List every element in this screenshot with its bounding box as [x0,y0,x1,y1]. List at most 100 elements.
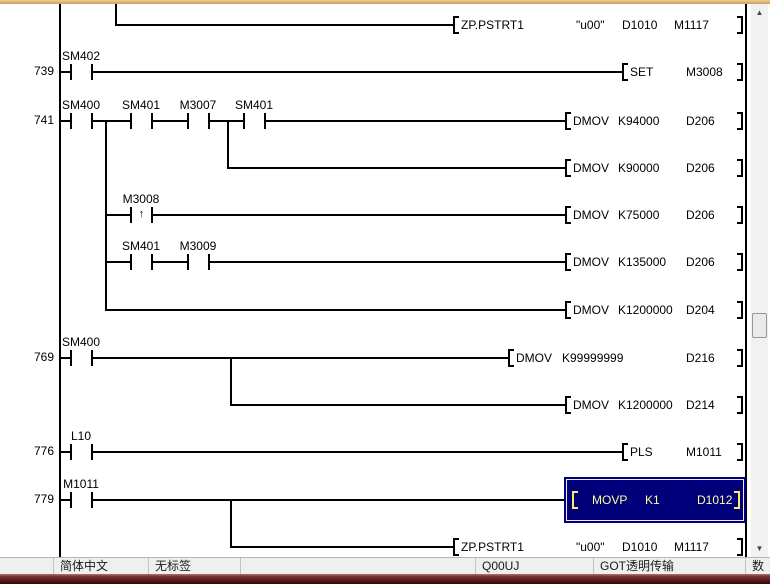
scroll-up-button[interactable]: ▲ [751,4,768,21]
instruction-operand[interactable]: M1011 [686,445,722,459]
contact-sm400[interactable] [70,350,93,366]
contact-l10[interactable] [70,444,93,460]
instruction-operand[interactable]: K90000 [618,161,659,175]
instruction-operand[interactable]: M3008 [686,65,723,79]
contact-m3008-rising[interactable]: ↑ [130,207,153,223]
instruction-name[interactable]: DMOV [573,398,609,412]
instruction-open-bracket [453,538,459,556]
wire-h [60,499,564,501]
instruction-close-bracket [737,443,743,461]
instruction-name[interactable]: ZP.PSTRT1 [461,540,524,554]
contact-m3009[interactable] [187,254,210,270]
instruction-operand[interactable]: K75000 [618,208,659,222]
status-segment-empty [240,558,475,574]
step-number: 779 [33,492,54,506]
wire-h [227,167,565,169]
wire-v [115,4,117,26]
wire-h [105,214,565,216]
instruction-operand[interactable]: "u00" [576,18,605,32]
wire-h [115,24,453,26]
instruction-operand[interactable]: D204 [686,303,715,317]
instruction-close-bracket [737,301,743,319]
contact-label: SM402 [61,49,101,63]
contact-label: SM400 [61,335,101,349]
left-power-rail [59,4,61,557]
contact-sm401[interactable] [243,113,266,129]
scroll-down-button[interactable]: ▼ [751,540,768,557]
contact-sm400[interactable] [70,113,93,129]
status-bar: 简体中文 无标签 Q00UJ GOT透明传输 数 [0,557,770,574]
step-number: 769 [33,350,54,364]
status-segment-connection[interactable]: GOT透明传输 [593,558,745,574]
step-number: 776 [33,444,54,458]
instruction-operand[interactable]: D206 [686,114,715,128]
instruction-operand[interactable]: D1012 [697,493,732,507]
instruction-close-bracket [737,112,743,130]
scroll-up-icon: ▲ [755,8,764,17]
instruction-name[interactable]: DMOV [573,303,609,317]
instruction-operand[interactable]: K1200000 [618,398,673,412]
instruction-open-bracket [572,491,578,509]
instruction-open-bracket [565,396,571,414]
instruction-close-bracket [734,491,740,509]
wire-v-branch [230,499,232,548]
instruction-close-bracket [737,159,743,177]
contact-m3007[interactable] [187,113,210,129]
wire-h [60,71,622,73]
right-power-rail [745,4,747,557]
contact-label: M3008 [122,192,160,206]
status-segment-empty [0,558,53,574]
wire-h [60,451,622,453]
instruction-close-bracket [737,349,743,367]
instruction-operand[interactable]: K94000 [618,114,659,128]
wire-h [60,357,508,359]
contact-sm401[interactable] [130,113,153,129]
status-segment-label-mode[interactable]: 无标签 [148,558,240,574]
instruction-name[interactable]: ZP.PSTRT1 [461,18,524,32]
status-segment-language[interactable]: 简体中文 [53,558,148,574]
instruction-operand[interactable]: D206 [686,255,715,269]
instruction-open-bracket [565,301,571,319]
vertical-scrollbar-track[interactable] [751,4,768,557]
wire-h [230,404,565,406]
instruction-name[interactable]: DMOV [516,351,552,365]
instruction-name[interactable]: DMOV [573,161,609,175]
contact-sm402[interactable] [70,64,93,80]
instruction-operand[interactable]: K135000 [618,255,666,269]
instruction-operand[interactable]: K1 [645,493,660,507]
instruction-operand[interactable]: D1010 [622,540,657,554]
instruction-open-bracket [508,349,514,367]
contact-sm401[interactable] [130,254,153,270]
instruction-operand[interactable]: M1117 [674,540,709,554]
contact-label: M1011 [63,477,99,491]
instruction-name[interactable]: DMOV [573,208,609,222]
instruction-operand[interactable]: D214 [686,398,715,412]
wire-h [105,309,565,311]
instruction-name[interactable]: MOVP [592,493,627,507]
instruction-operand[interactable]: D206 [686,208,715,222]
instruction-open-bracket [565,112,571,130]
instruction-close-bracket [737,206,743,224]
instruction-operand[interactable]: D206 [686,161,715,175]
instruction-operand[interactable]: D1010 [622,18,657,32]
instruction-operand[interactable]: K99999999 [562,351,623,365]
instruction-close-bracket [737,396,743,414]
instruction-operand[interactable]: M1117 [674,18,709,32]
instruction-open-bracket [565,253,571,271]
wire-v-branch [230,357,232,406]
instruction-operand[interactable]: K1200000 [618,303,673,317]
instruction-name[interactable]: SET [630,65,653,79]
instruction-close-bracket [737,538,743,556]
instruction-name[interactable]: DMOV [573,255,609,269]
instruction-name[interactable]: DMOV [573,114,609,128]
status-segment-clipped[interactable]: 数 [745,558,770,574]
wire-h [105,261,565,263]
instruction-operand[interactable]: "u00" [576,540,605,554]
scrollbar-thumb[interactable] [752,313,767,338]
rising-edge-icon: ↑ [138,208,145,220]
contact-m1011[interactable] [70,492,93,508]
instruction-operand[interactable]: D216 [686,351,715,365]
instruction-open-bracket [622,443,628,461]
status-segment-plc-type[interactable]: Q00UJ [475,558,593,574]
instruction-name[interactable]: PLS [630,445,653,459]
